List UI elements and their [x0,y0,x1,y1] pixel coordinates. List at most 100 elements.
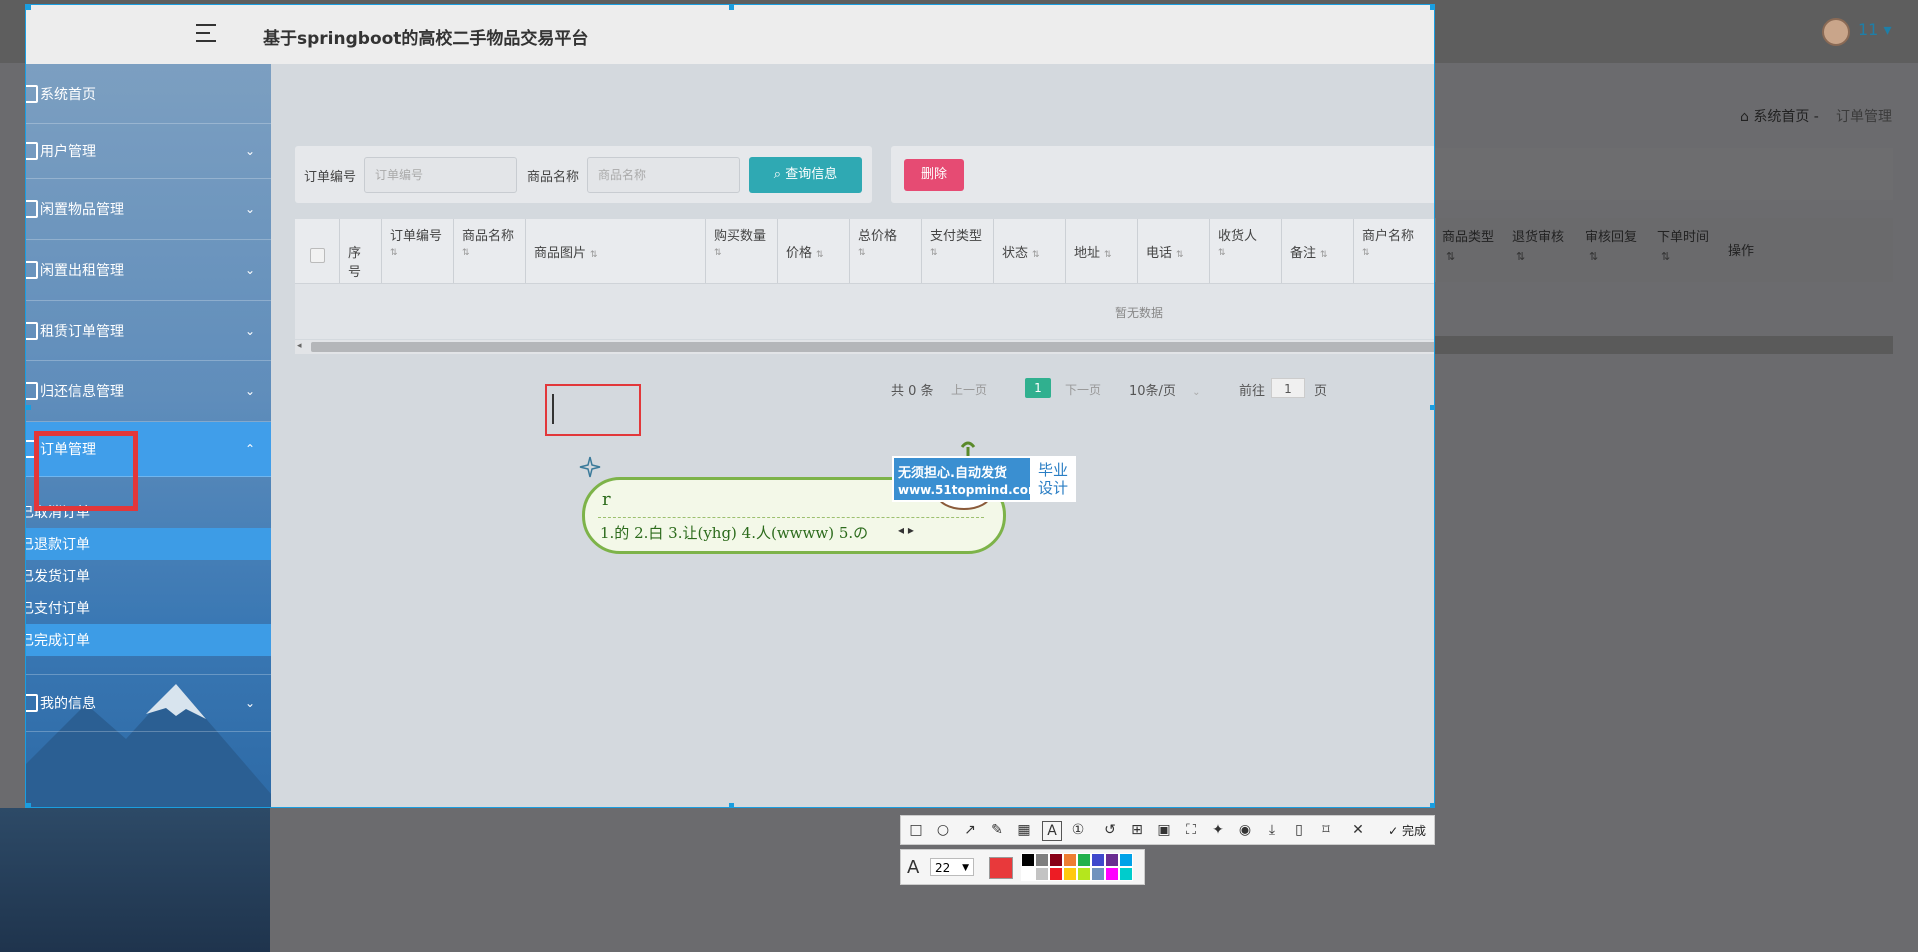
sidebar-subitem-shipped[interactable]: 已发货订单 [26,560,271,592]
pen-tool-icon[interactable]: ✎ [988,821,1006,839]
resize-handle[interactable] [26,5,31,10]
active-color-swatch[interactable] [989,857,1013,879]
sidebar-item-home[interactable]: 系统首页 [26,64,271,124]
color-swatch[interactable] [1049,867,1063,881]
ocr-icon[interactable]: ⊞ [1128,821,1146,839]
done-button[interactable]: ✓ 完成 [1388,822,1426,839]
arrow-tool-icon[interactable]: ↗ [961,821,979,839]
goods-name-input[interactable]: 商品名称 [587,157,740,193]
sort-icon[interactable]: ⇅ [1516,250,1525,263]
rectangle-tool-icon[interactable]: □ [907,821,925,839]
page-size-select[interactable]: 10条/页 ⌄ [1129,380,1200,399]
color-swatch[interactable] [1091,853,1105,867]
delete-button[interactable]: 删除 [904,159,964,191]
text-annotation-box[interactable] [545,384,641,436]
pagination-prev[interactable]: 上一页 [951,381,987,398]
annotation-rectangle[interactable] [34,431,138,511]
order-no-input[interactable]: 订单编号 [364,157,517,193]
resize-handle[interactable] [26,803,31,807]
column-header-phone[interactable]: 电话 ⇅ [1138,219,1210,283]
color-swatch[interactable] [1021,853,1035,867]
breadcrumb-home[interactable]: ⌂ 系统首页 - [1740,106,1819,126]
resize-handle[interactable] [1430,5,1434,10]
scrollbar-thumb[interactable] [311,342,1434,352]
color-swatch[interactable] [1035,853,1049,867]
text-tool-icon[interactable]: A [1042,821,1062,841]
sidebar-subitem-paid[interactable]: 已支付订单 [26,592,271,624]
ad-badge[interactable]: 无须担心.自动发货 www.51topmind.com 毕业 设计 [892,456,1076,502]
pagination-next[interactable]: 下一页 [1065,381,1101,398]
hamburger-menu-icon[interactable] [196,24,220,44]
query-button[interactable]: ⌕ 查询信息 [749,157,862,193]
horizontal-scrollbar[interactable]: ◂ [295,340,1434,354]
color-swatch[interactable] [1105,853,1119,867]
record-icon[interactable]: ◉ [1236,821,1254,839]
color-swatch[interactable] [1049,853,1063,867]
user-name[interactable]: 11 ▾ [1858,20,1891,39]
font-size-select[interactable]: 22 ▼ [930,858,974,876]
color-swatch[interactable] [1035,867,1049,881]
color-swatch[interactable] [1021,867,1035,881]
sidebar-subitem-completed[interactable]: 已完成订单 [26,624,271,656]
undo-icon[interactable]: ↺ [1101,821,1119,839]
column-header-total-price[interactable]: 总价格 ⇅ [850,219,922,283]
download-icon[interactable]: ⤓ [1263,821,1281,839]
ellipse-tool-icon[interactable]: ○ [934,821,952,839]
translate-icon[interactable]: ▣ [1155,821,1173,839]
color-swatch[interactable] [1077,853,1091,867]
sort-icon[interactable]: ⇅ [1661,250,1670,263]
column-header-goods-type[interactable]: 商品类型 [1442,226,1494,245]
resize-handle[interactable] [1430,405,1434,410]
column-header-order-no[interactable]: 订单编号 ⇅ [382,219,454,283]
sidebar-item-idle-goods[interactable]: 闲置物品管理 ⌄ [26,179,271,240]
number-tool-icon[interactable]: ① [1069,821,1087,839]
scroll-left-icon[interactable]: ◂ [297,341,302,351]
column-header-quantity[interactable]: 购买数量 ⇅ [706,219,778,283]
color-swatch[interactable] [1063,853,1077,867]
color-swatch[interactable] [1119,867,1133,881]
long-screenshot-icon[interactable]: ⛶ [1182,821,1200,839]
sort-icon[interactable]: ⇅ [1589,250,1598,263]
column-header-order-time[interactable]: 下单时间 [1657,226,1709,245]
color-swatch[interactable] [1091,867,1105,881]
column-header-price[interactable]: 价格 ⇅ [778,219,850,283]
ime-page-arrows-icon[interactable]: ◂ ▸ [898,523,914,537]
bookmark-icon[interactable]: ⌑ [1317,821,1335,839]
sidebar-item-idle-rental[interactable]: 闲置出租管理 ⌄ [26,240,271,301]
column-header-remark[interactable]: 备注 ⇅ [1282,219,1354,283]
resize-handle[interactable] [729,803,734,807]
color-swatch[interactable] [1077,867,1091,881]
sort-icon[interactable]: ⇅ [1446,250,1455,263]
column-header-audit-reply[interactable]: 审核回复 [1585,226,1637,245]
phone-icon[interactable]: ▯ [1290,821,1308,839]
column-header-receiver[interactable]: 收货人 ⇅ [1210,219,1282,283]
column-header-return-audit[interactable]: 退货审核 [1512,226,1564,245]
sidebar-item-return-info[interactable]: 归还信息管理 ⌄ [26,361,271,422]
pin-icon[interactable]: ✦ [1209,821,1227,839]
select-all-checkbox[interactable] [310,248,325,263]
sidebar-item-users[interactable]: 用户管理 ⌄ [26,124,271,179]
sidebar-item-my-info[interactable]: 我的信息 ⌄ [26,674,271,732]
color-swatch[interactable] [1119,853,1133,867]
column-header-goods-image[interactable]: 商品图片 ⇅ [526,219,706,283]
scrollbar-track[interactable] [1435,336,1893,354]
column-header-status[interactable]: 状态 ⇅ [994,219,1066,283]
sidebar-subitem-refunded[interactable]: 已退款订单 [26,528,271,560]
goto-page-input[interactable]: 1 [1271,378,1305,398]
screenshot-selection[interactable]: 基于springboot的高校二手物品交易平台 系统首页 用户管理 ⌄ 闲置物品… [25,4,1435,808]
user-avatar[interactable] [1822,18,1850,46]
resize-handle[interactable] [26,405,31,410]
column-header-address[interactable]: 地址 ⇅ [1066,219,1138,283]
color-swatch[interactable] [1105,867,1119,881]
column-header-goods-name[interactable]: 商品名称 ⇅ [454,219,526,283]
close-icon[interactable]: ✕ [1349,821,1367,839]
pagination-current-page[interactable]: 1 [1025,378,1051,398]
column-header-pay-type[interactable]: 支付类型 ⇅ [922,219,994,283]
sidebar-item-rental-orders[interactable]: 租赁订单管理 ⌄ [26,301,271,361]
ime-candidates[interactable]: 1.的 2.白 3.让(yhg) 4.人(wwww) 5.の [600,522,868,543]
color-swatch[interactable] [1063,867,1077,881]
resize-handle[interactable] [1430,803,1434,807]
resize-handle[interactable] [729,5,734,10]
mosaic-tool-icon[interactable]: ▦ [1015,821,1033,839]
column-header-merchant[interactable]: 商户名称 ⇅ [1354,219,1434,283]
